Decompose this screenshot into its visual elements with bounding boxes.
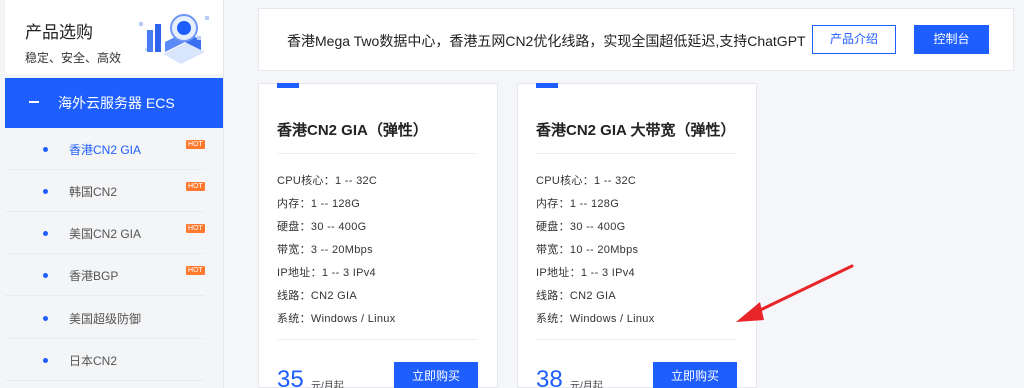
- sidebar-item-label: 美国CN2 GIA: [69, 227, 142, 241]
- sidebar-header: 产品选购 稳定、安全、高效: [5, 0, 223, 74]
- spec-disk: 硬盘：30 -- 400G: [536, 221, 626, 233]
- product-intro-button[interactable]: 产品介绍: [812, 25, 896, 54]
- cloud-server-illustration-icon: [139, 14, 209, 64]
- sidebar-item-label: 日本CN2: [69, 354, 118, 368]
- spec-line: 线路：CN2 GIA: [536, 290, 617, 302]
- sidebar: 产品选购 稳定、安全、高效 海外云服务器 ECS 香港CN2 GIA HOT 韩…: [0, 0, 224, 388]
- product-card: 香港CN2 GIA 大带宽（弹性） CPU核心：1 -- 32C 内存：1 --…: [517, 83, 757, 388]
- divider: [277, 153, 477, 154]
- price-unit: 元/月起: [311, 381, 344, 388]
- spec-line: 线路：CN2 GIA: [277, 290, 358, 302]
- buy-now-button[interactable]: 立即购买: [394, 362, 478, 388]
- sidebar-item-us-cn2-gia[interactable]: 美国CN2 GIA HOT: [5, 212, 205, 254]
- hot-badge: HOT: [186, 140, 205, 149]
- bullet-icon: [43, 189, 48, 194]
- price: 38: [536, 366, 563, 388]
- spec-memory: 内存：1 -- 128G: [277, 198, 361, 210]
- spec-bandwidth: 带宽：3 -- 20Mbps: [277, 244, 373, 256]
- card-accent-tag: [277, 83, 299, 88]
- bullet-icon: [43, 358, 48, 363]
- sidebar-item-label: 韩国CN2: [69, 185, 118, 199]
- price-unit: 元/月起: [570, 381, 603, 388]
- spec-os: 系统：Windows / Linux: [536, 313, 655, 325]
- sidebar-item-label: 香港BGP: [69, 269, 119, 283]
- spec-memory: 内存：1 -- 128G: [536, 198, 620, 210]
- divider: [536, 339, 736, 340]
- buy-now-button[interactable]: 立即购买: [653, 362, 737, 388]
- spec-cpu: CPU核心：1 -- 32C: [277, 175, 378, 187]
- sidebar-item-us-ddos[interactable]: 美国超级防御: [5, 297, 205, 339]
- card-title: 香港CN2 GIA（弹性）: [277, 122, 428, 139]
- hot-badge: HOT: [186, 266, 205, 275]
- sidebar-group-label: 海外云服务器 ECS: [58, 95, 175, 111]
- console-button[interactable]: 控制台: [914, 25, 989, 54]
- spec-bandwidth: 带宽：10 -- 20Mbps: [536, 244, 639, 256]
- bullet-icon: [43, 147, 48, 152]
- sidebar-group-overseas-ecs[interactable]: 海外云服务器 ECS: [5, 78, 223, 128]
- hot-badge: HOT: [186, 182, 205, 191]
- spec-disk: 硬盘：30 -- 400G: [277, 221, 367, 233]
- spec-ip: IP地址：1 -- 3 IPv4: [277, 267, 376, 279]
- bullet-icon: [43, 273, 48, 278]
- sidebar-title: 产品选购: [25, 23, 93, 42]
- sidebar-item-hk-bgp[interactable]: 香港BGP HOT: [5, 254, 205, 296]
- product-card: 香港CN2 GIA（弹性） CPU核心：1 -- 32C 内存：1 -- 128…: [258, 83, 498, 388]
- collapse-icon: [29, 101, 39, 103]
- card-title: 香港CN2 GIA 大带宽（弹性）: [536, 122, 736, 139]
- sidebar-item-label: 香港CN2 GIA: [69, 143, 142, 157]
- sidebar-subtitle: 稳定、安全、高效: [25, 51, 122, 65]
- bullet-icon: [43, 231, 48, 236]
- sidebar-item-kr-cn2[interactable]: 韩国CN2 HOT: [5, 170, 205, 212]
- spec-cpu: CPU核心：1 -- 32C: [536, 175, 637, 187]
- divider: [536, 153, 736, 154]
- card-accent-tag: [536, 83, 558, 88]
- spec-os: 系统：Windows / Linux: [277, 313, 396, 325]
- spec-ip: IP地址：1 -- 3 IPv4: [536, 267, 635, 279]
- divider: [277, 339, 477, 340]
- sidebar-item-hk-cn2-gia[interactable]: 香港CN2 GIA HOT: [5, 128, 205, 170]
- price: 35: [277, 366, 304, 388]
- info-banner: 香港Mega Two数据中心，香港五网CN2优化线路，实现全国超低延迟,支持Ch…: [258, 8, 1014, 71]
- bullet-icon: [43, 316, 48, 321]
- hot-badge: HOT: [186, 224, 205, 233]
- sidebar-item-label: 美国超级防御: [69, 312, 142, 326]
- banner-message: 香港Mega Two数据中心，香港五网CN2优化线路，实现全国超低延迟,支持Ch…: [287, 33, 806, 49]
- sidebar-item-jp-cn2[interactable]: 日本CN2: [5, 339, 205, 381]
